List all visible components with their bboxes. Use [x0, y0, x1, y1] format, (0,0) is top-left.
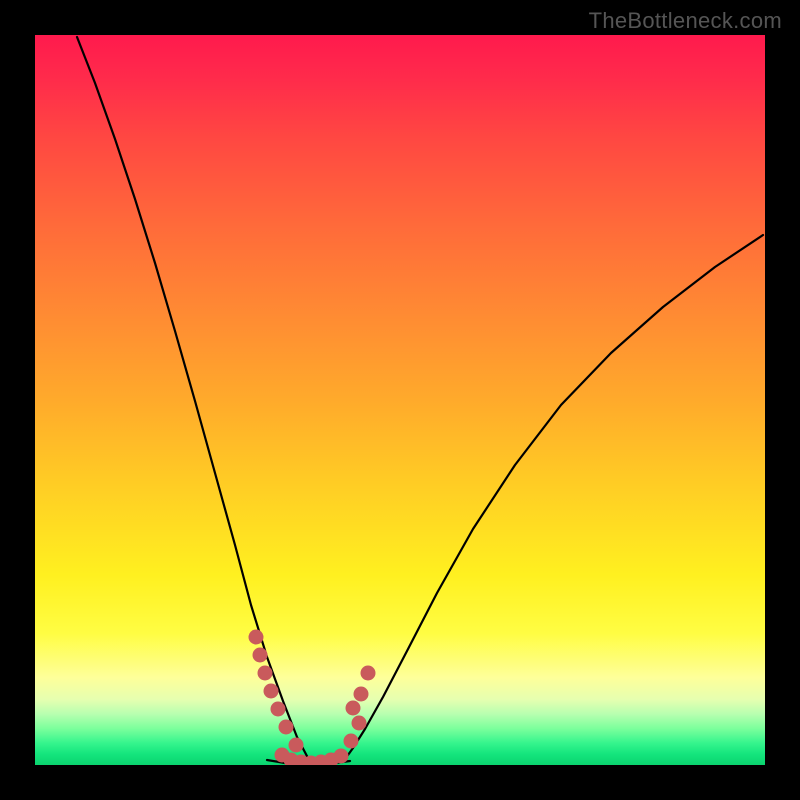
chart-svg [35, 35, 765, 765]
chart-plot-area [35, 35, 765, 765]
chart-frame: TheBottleneck.com [0, 0, 800, 800]
watermark-text: TheBottleneck.com [589, 8, 782, 34]
